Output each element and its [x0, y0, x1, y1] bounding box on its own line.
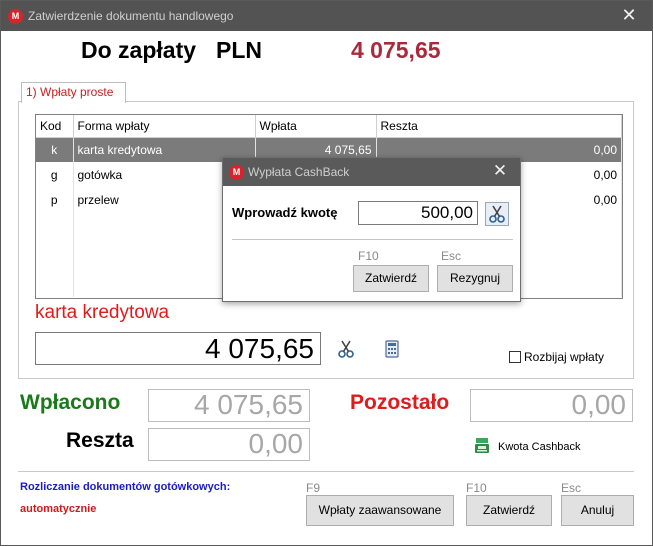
- cashback-confirm-button[interactable]: Zatwierdź: [353, 265, 429, 292]
- cell-kod: p: [36, 187, 74, 212]
- settlement-label: Rozliczanie dokumentów gotówkowych:: [20, 481, 231, 493]
- calculator-icon[interactable]: [381, 338, 403, 360]
- shortcut-f9: F9: [306, 481, 321, 495]
- split-payments-label: Rozbijaj wpłaty: [524, 350, 605, 364]
- column-header-reszta[interactable]: Reszta: [376, 115, 622, 138]
- cashback-amount-label: Wprowadź kwotę: [232, 205, 338, 220]
- close-button[interactable]: ✕: [606, 1, 652, 31]
- cashback-amount-input[interactable]: 500,00: [358, 201, 478, 225]
- cashback-amount-link[interactable]: Kwota Cashback: [498, 441, 581, 453]
- currency-label: PLN: [216, 37, 262, 63]
- payment-amount-input[interactable]: 4 075,65: [35, 332, 321, 365]
- shortcut-f10: F10: [466, 481, 487, 495]
- column-header-forma[interactable]: Forma wpłaty: [73, 115, 256, 138]
- change-label: Reszta: [66, 429, 134, 452]
- settlement-value[interactable]: automatycznie: [20, 503, 96, 515]
- cashback-dialog-close-button[interactable]: ✕: [480, 158, 520, 186]
- shortcut-esc: Esc: [441, 249, 462, 263]
- amount-due-label: Do zapłaty: [81, 37, 197, 63]
- checkbox-box[interactable]: [509, 351, 521, 363]
- split-payments-checkbox[interactable]: Rozbijaj wpłaty: [509, 350, 604, 364]
- cashback-dialog-title: Wypłata CashBack: [248, 165, 350, 179]
- cashback-dialog-title-bar: M Wypłata CashBack ✕: [223, 158, 520, 186]
- column-header-kod[interactable]: Kod: [36, 115, 74, 138]
- shortcut-f10: F10: [358, 249, 379, 263]
- grid-header-row: Kod Forma wpłaty Wpłata Reszta: [36, 115, 622, 138]
- paid-value: 4 075,65: [148, 389, 310, 422]
- payment-confirmation-window: M Zatwierdzenie dokumentu handlowego ✕ D…: [0, 0, 653, 546]
- cell-kod: g: [36, 162, 74, 187]
- app-logo-icon: M: [229, 165, 244, 180]
- cell-kod: k: [36, 137, 74, 162]
- cashback-cancel-button[interactable]: Rezygnuj: [437, 265, 513, 292]
- scissors-icon[interactable]: [335, 338, 357, 360]
- app-logo-icon: M: [8, 9, 23, 24]
- remaining-label: Pozostało: [350, 391, 450, 414]
- amount-due-value: 4 075,65: [351, 37, 441, 63]
- cashback-dialog: M Wypłata CashBack ✕ Wprowadź kwotę 500,…: [222, 157, 521, 302]
- title-bar: M Zatwierdzenie dokumentu handlowego ✕: [1, 1, 652, 31]
- remaining-value: 0,00: [470, 389, 633, 422]
- cashback-dialog-divider: [232, 239, 513, 240]
- paid-label: Wpłacono: [20, 391, 121, 414]
- scissors-icon[interactable]: [485, 202, 509, 226]
- window-title: Zatwierdzenie dokumentu handlowego: [28, 9, 234, 23]
- confirm-button[interactable]: Zatwierdź: [466, 495, 552, 526]
- tab-simple-payments[interactable]: 1) Wpłaty proste: [21, 82, 126, 103]
- shortcut-esc: Esc: [561, 481, 582, 495]
- cancel-button[interactable]: Anuluj: [561, 495, 634, 526]
- change-value: 0,00: [148, 428, 310, 461]
- cash-register-icon[interactable]: [473, 437, 491, 458]
- footer-divider: [18, 471, 634, 472]
- column-header-wplata[interactable]: Wpłata: [255, 115, 377, 138]
- advanced-payments-button[interactable]: Wpłaty zaawansowane: [306, 495, 454, 526]
- selected-method-label: karta kredytowa: [35, 302, 170, 323]
